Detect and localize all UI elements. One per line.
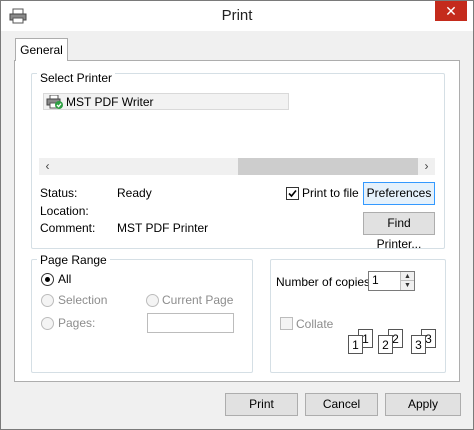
close-icon: ✕ [445, 3, 457, 19]
printer-icon [46, 95, 63, 109]
status-value: Ready [117, 186, 152, 200]
copies-value: 1 [372, 273, 379, 287]
find-printer-button[interactable]: Find Printer... [363, 212, 435, 251]
tab-general[interactable]: General [15, 38, 68, 61]
current-page-radio[interactable] [146, 294, 159, 307]
comment-label: Comment: [40, 221, 96, 235]
scroll-left-icon[interactable]: ‹ [39, 158, 56, 175]
window-title: Print [221, 7, 253, 24]
spin-down-button[interactable]: ▼ [401, 281, 414, 290]
pages-input[interactable] [147, 313, 234, 333]
dialog-footer: Print Cancel Apply [1, 382, 473, 429]
status-label: Status: [40, 186, 78, 200]
comment-value: MST PDF Printer [117, 221, 209, 235]
page-range-label: Page Range [37, 253, 110, 267]
select-printer-label: Select Printer [37, 71, 116, 85]
pages-radio-label: Pages: [58, 316, 96, 330]
selection-radio[interactable] [41, 294, 54, 307]
print-dialog: Print ✕ General Select Printer Status: R… [0, 0, 474, 430]
checkmark-icon [288, 189, 297, 198]
current-page-radio-label: Current Page [162, 293, 234, 307]
copies-spinner[interactable]: 1 ▲ ▼ [368, 271, 415, 291]
cancel-button[interactable]: Cancel [305, 393, 378, 416]
scroll-thumb[interactable] [238, 158, 418, 175]
print-button[interactable]: Print [225, 393, 298, 416]
selection-radio-label: Selection [58, 293, 108, 307]
collate-page-front-2: 2 [378, 335, 393, 354]
number-of-copies-label: Number of copies: [276, 275, 374, 289]
all-radio-label: All [58, 272, 72, 286]
title-bar: Print ✕ [1, 1, 473, 31]
collate-label: Collate [296, 317, 334, 331]
collate-page-front-1: 1 [348, 335, 363, 354]
scroll-right-icon[interactable]: › [418, 158, 435, 175]
spinner-buttons: ▲ ▼ [400, 272, 414, 290]
preferences-button[interactable]: Preferences [363, 182, 435, 205]
all-radio[interactable] [41, 273, 54, 286]
collate-checkbox[interactable] [280, 317, 293, 330]
close-button[interactable]: ✕ [435, 1, 467, 21]
collate-page-front-3: 3 [411, 335, 426, 354]
location-label: Location: [40, 204, 89, 218]
printer-item-mst-pdf-writer[interactable]: MST PDF Writer [43, 93, 289, 110]
printer-list-scrollbar[interactable]: ‹ › [39, 158, 435, 175]
spin-up-button[interactable]: ▲ [401, 272, 414, 281]
print-to-file-checkbox[interactable] [286, 187, 299, 200]
radio-selected-dot [45, 277, 50, 282]
apply-button[interactable]: Apply [385, 393, 461, 416]
printer-item-label: MST PDF Writer [66, 95, 154, 109]
print-to-file-label: Print to file [302, 186, 359, 200]
pages-radio[interactable] [41, 317, 54, 330]
